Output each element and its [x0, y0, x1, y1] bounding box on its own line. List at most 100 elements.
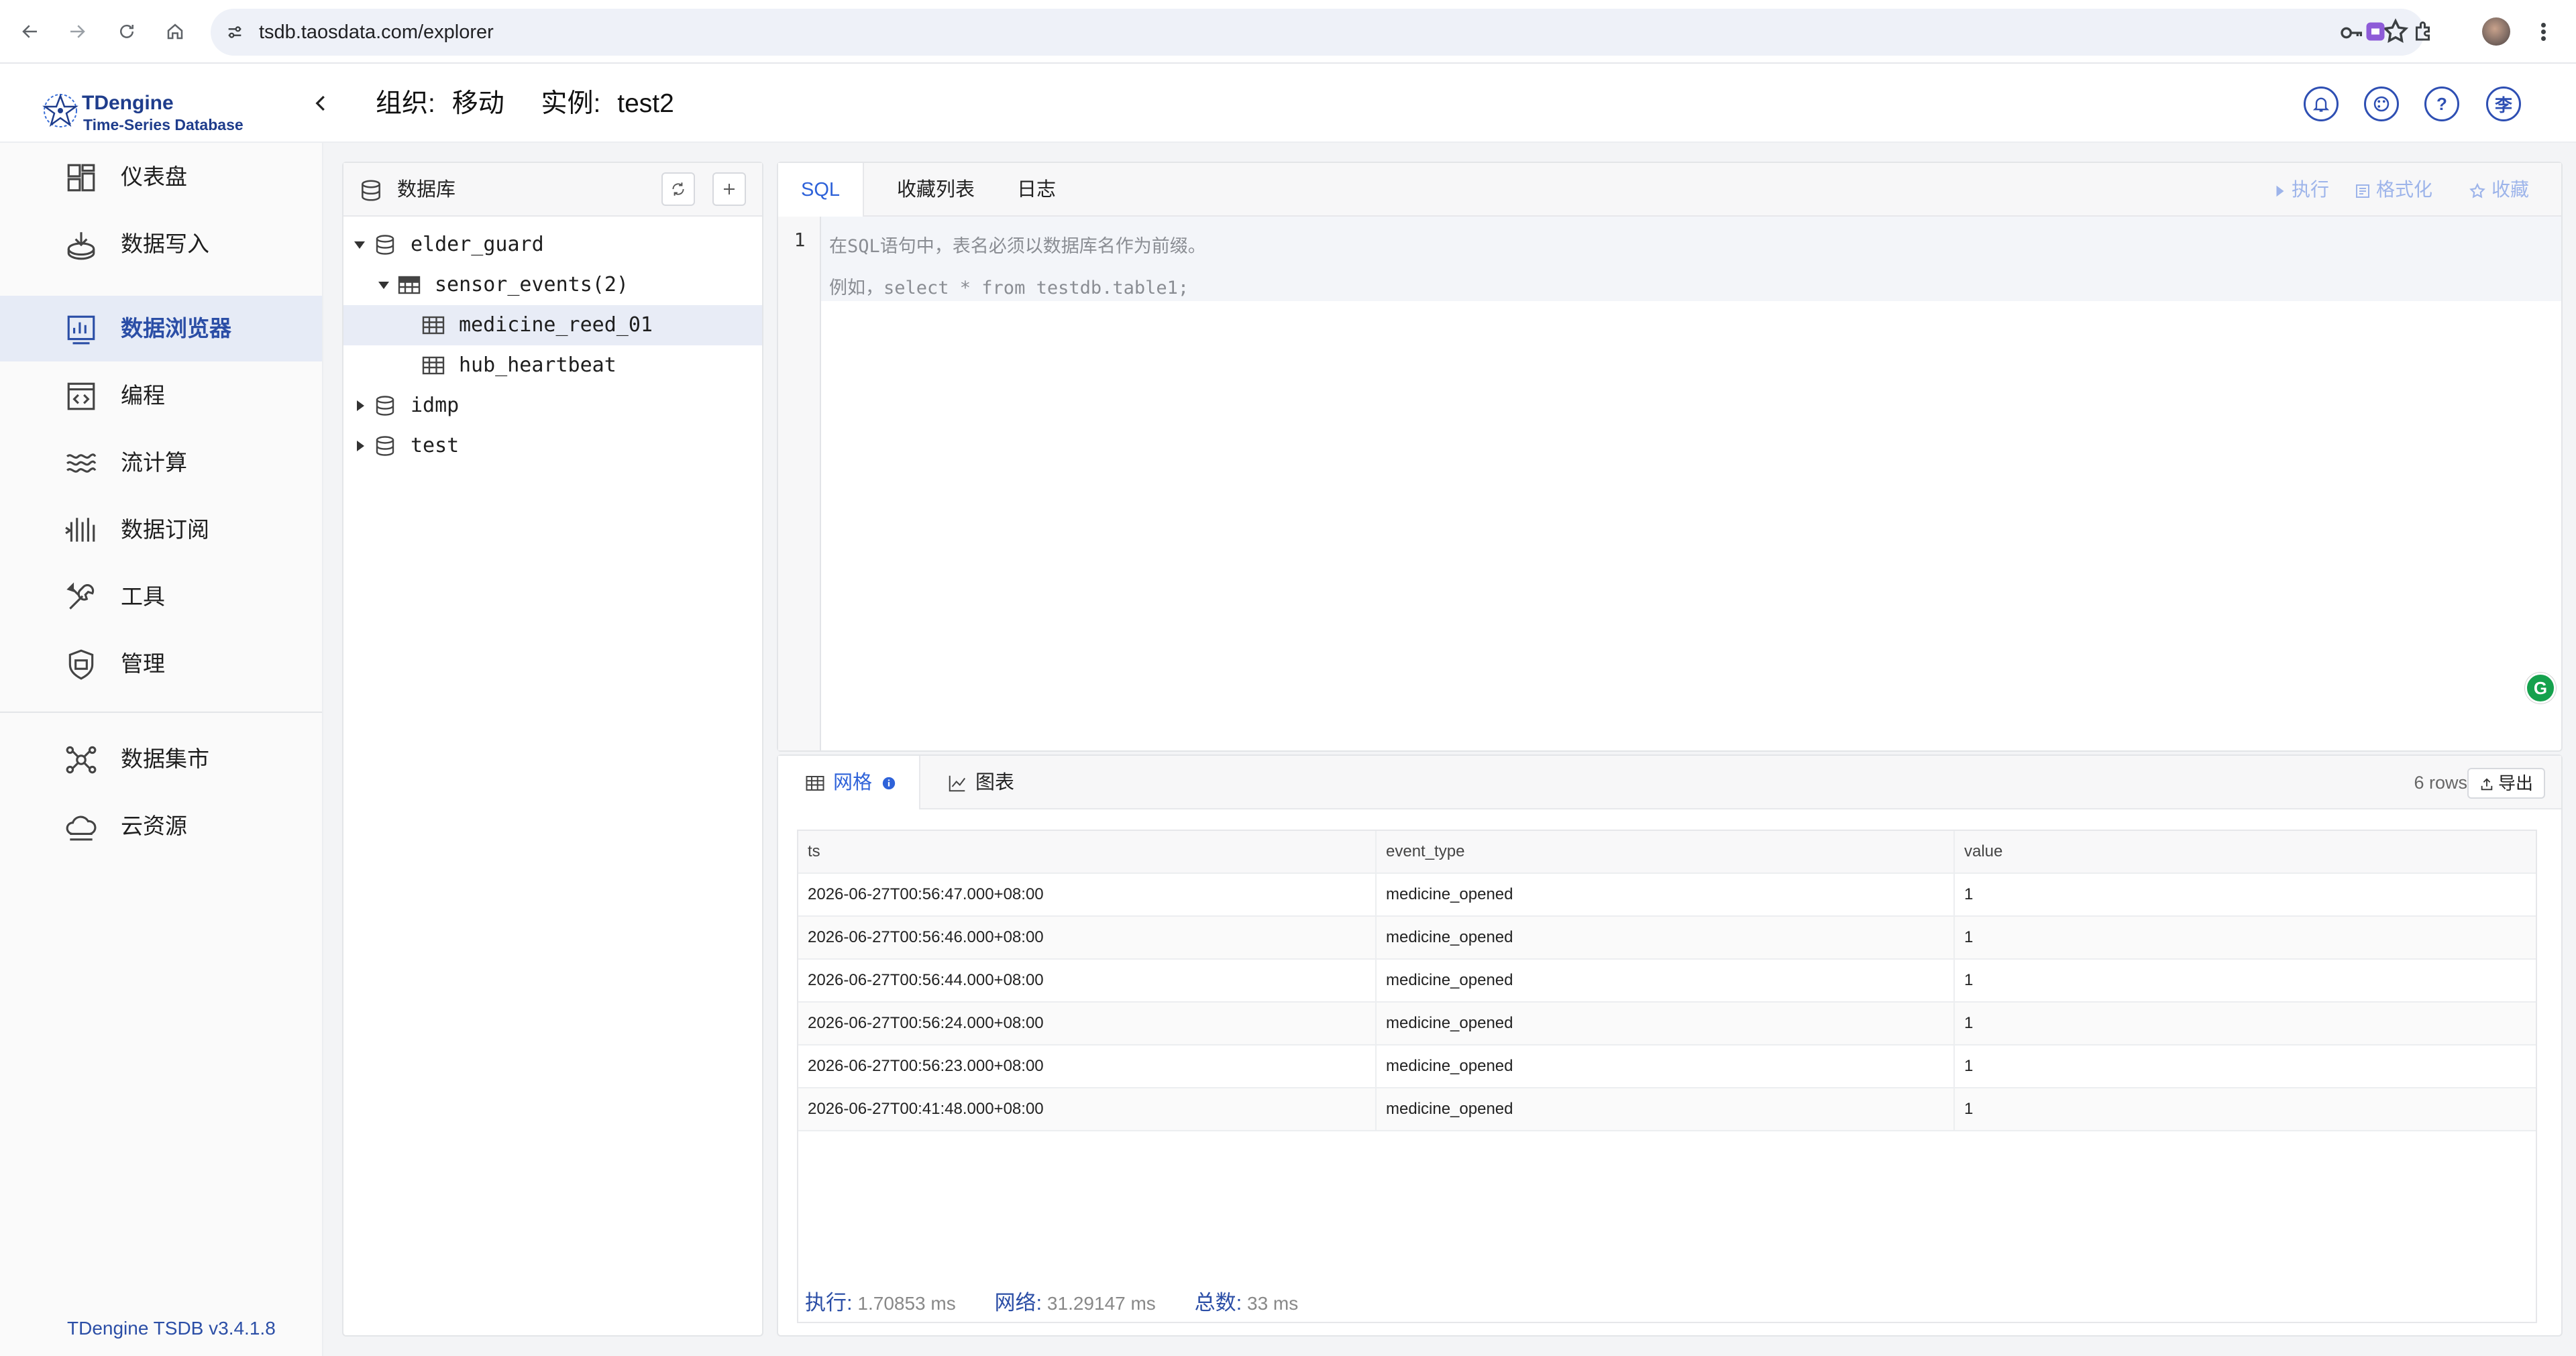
extensions-puzzle-icon[interactable]	[2408, 16, 2439, 47]
format-button[interactable]: 格式化	[2355, 163, 2432, 217]
collapsed-arrow-icon[interactable]	[357, 400, 364, 411]
table-row[interactable]: 2026-06-27T00:56:44.000+08:00 medicine_o…	[798, 960, 2536, 1003]
sidebar-item-subscription[interactable]: 数据订阅	[0, 497, 322, 563]
sidebar-item-tools[interactable]: 工具	[0, 564, 322, 630]
star-icon	[2469, 182, 2485, 199]
help-icon[interactable]: ?	[2424, 87, 2459, 121]
tree-node-database[interactable]: idmp	[343, 386, 762, 426]
run-button[interactable]: 执行	[2274, 163, 2329, 217]
bell-icon[interactable]	[2304, 87, 2339, 121]
database-panel: 数据库 elder_guard sensor_events(2) medicin	[342, 162, 763, 1337]
expand-arrow-icon[interactable]	[378, 282, 389, 289]
subscribe-icon	[65, 518, 95, 542]
user-avatar[interactable]: 李	[2486, 87, 2521, 121]
tab-chart[interactable]: 图表	[946, 756, 1014, 809]
tree-node-database[interactable]: elder_guard	[343, 225, 762, 265]
code-icon	[67, 382, 95, 410]
table-icon	[422, 316, 445, 335]
info-icon[interactable]	[881, 776, 896, 791]
tab-log[interactable]: 日志	[1000, 163, 1073, 217]
collapsed-arrow-icon[interactable]	[357, 441, 364, 451]
sidebar-item-stream[interactable]: 流计算	[0, 430, 322, 496]
app-header: TDengine Time-Series Database 组织: 移动 实例:…	[0, 64, 2576, 143]
logo-star-icon	[42, 93, 78, 127]
tree-node-database[interactable]: test	[343, 426, 762, 466]
instance-label: 实例:	[541, 89, 601, 118]
theme-icon[interactable]	[2364, 87, 2399, 121]
sidebar-divider	[0, 712, 322, 713]
column-header[interactable]: ts	[798, 831, 1377, 872]
reload-icon[interactable]	[110, 15, 144, 48]
add-database-button[interactable]	[712, 172, 746, 206]
format-label: 格式化	[2376, 179, 2433, 200]
sidebar-item-programming[interactable]: 编程	[0, 363, 322, 429]
result-tabs: 网格 图表 6 rows 导出	[778, 756, 2561, 809]
table-cell: 2026-06-27T00:56:47.000+08:00	[798, 874, 1377, 915]
grid-icon	[806, 776, 824, 791]
sidebar-item-label: 云资源	[121, 813, 187, 838]
sql-editor-panel: SQL 收藏列表 日志 执行 格式化 收藏 1 在SQL语句中，表名必须以数据库…	[777, 162, 2563, 752]
tree-node-label: idmp	[411, 394, 460, 417]
sidebar-item-label: 管理	[121, 651, 165, 676]
grammarly-icon[interactable]: G	[2525, 673, 2556, 703]
tree-node-label: medicine_reed_01	[459, 313, 653, 337]
column-header[interactable]: value	[1955, 831, 2536, 872]
tree-node-table[interactable]: hub_heartbeat	[343, 345, 762, 386]
query-stats: 执行: 1.70853 ms 网络: 31.29147 ms 总数: 33 ms	[805, 1286, 1332, 1316]
line-chart-icon	[949, 776, 966, 792]
site-info-icon[interactable]	[220, 17, 250, 47]
back-icon[interactable]	[13, 15, 47, 48]
org-value[interactable]: 移动	[452, 84, 504, 124]
total-value: 33 ms	[1247, 1293, 1299, 1314]
sql-placeholder-line2: 例如，select * from testdb.table1;	[829, 278, 1189, 298]
table-cell: 2026-06-27T00:56:24.000+08:00	[798, 1003, 1377, 1044]
table-cell: medicine_opened	[1377, 1088, 1955, 1130]
tab-grid[interactable]: 网格	[778, 756, 920, 809]
table-row[interactable]: 2026-06-27T00:56:46.000+08:00 medicine_o…	[798, 917, 2536, 960]
sidebar-item-dashboard[interactable]: 仪表盘	[0, 144, 322, 210]
dashboard-icon	[67, 164, 95, 192]
forward-icon[interactable]	[60, 15, 94, 48]
export-label: 导出	[2498, 773, 2533, 793]
format-icon	[2356, 184, 2369, 198]
expand-arrow-icon[interactable]	[354, 241, 365, 249]
table-row[interactable]: 2026-06-27T00:56:24.000+08:00 medicine_o…	[798, 1003, 2536, 1046]
sidebar-item-marketplace[interactable]: 数据集市	[0, 726, 322, 792]
collapse-sidebar-icon[interactable]	[306, 88, 337, 119]
tree-node-table[interactable]: medicine_reed_01	[343, 305, 762, 345]
sidebar-item-data-in[interactable]: 数据写入	[0, 211, 322, 277]
table-header-row: ts event_type value	[798, 831, 2536, 874]
export-icon	[2481, 778, 2493, 791]
extension-icon[interactable]	[2360, 16, 2391, 47]
export-button[interactable]: 导出	[2467, 768, 2545, 799]
sidebar-item-management[interactable]: 管理	[0, 631, 322, 697]
supertable-icon	[398, 276, 421, 294]
table-cell: 1	[1964, 1057, 1974, 1075]
profile-avatar[interactable]	[2482, 17, 2510, 46]
tdengine-logo[interactable]: TDengine Time-Series Database	[40, 91, 255, 133]
tab-favorites[interactable]: 收藏列表	[885, 163, 986, 217]
sidebar-item-explorer[interactable]: 数据浏览器	[0, 296, 322, 361]
browser-menu-icon[interactable]	[2533, 17, 2553, 46]
address-bar[interactable]: tsdb.taosdata.com/explorer	[211, 9, 2424, 56]
favorite-button[interactable]: 收藏	[2469, 163, 2529, 217]
main-content: 数据库 elder_guard sensor_events(2) medicin	[323, 143, 2576, 1356]
play-icon	[2276, 185, 2284, 196]
instance-value[interactable]: test2	[617, 84, 674, 124]
run-label: 执行	[2292, 179, 2330, 200]
column-header[interactable]: event_type	[1377, 831, 1955, 872]
tab-sql[interactable]: SQL	[778, 163, 864, 218]
table-row[interactable]: 2026-06-27T00:41:48.000+08:00 medicine_o…	[798, 1088, 2536, 1131]
table-row[interactable]: 2026-06-27T00:56:47.000+08:00 medicine_o…	[798, 874, 2536, 917]
sidebar-item-label: 仪表盘	[121, 164, 187, 189]
org-label: 组织:	[376, 89, 435, 118]
home-icon[interactable]	[158, 15, 192, 48]
refresh-button[interactable]	[661, 172, 695, 206]
sidebar-item-cloud[interactable]: 云资源	[0, 793, 322, 859]
total-time: 总数: 33 ms	[1195, 1291, 1299, 1314]
table-row[interactable]: 2026-06-27T00:56:23.000+08:00 medicine_o…	[798, 1046, 2536, 1088]
table-cell: 1	[1964, 885, 1974, 903]
database-panel-title: 数据库	[397, 179, 456, 201]
version-label: TDengine TSDB v3.4.1.8	[67, 1318, 276, 1339]
tree-node-stable[interactable]: sensor_events(2)	[343, 265, 762, 305]
